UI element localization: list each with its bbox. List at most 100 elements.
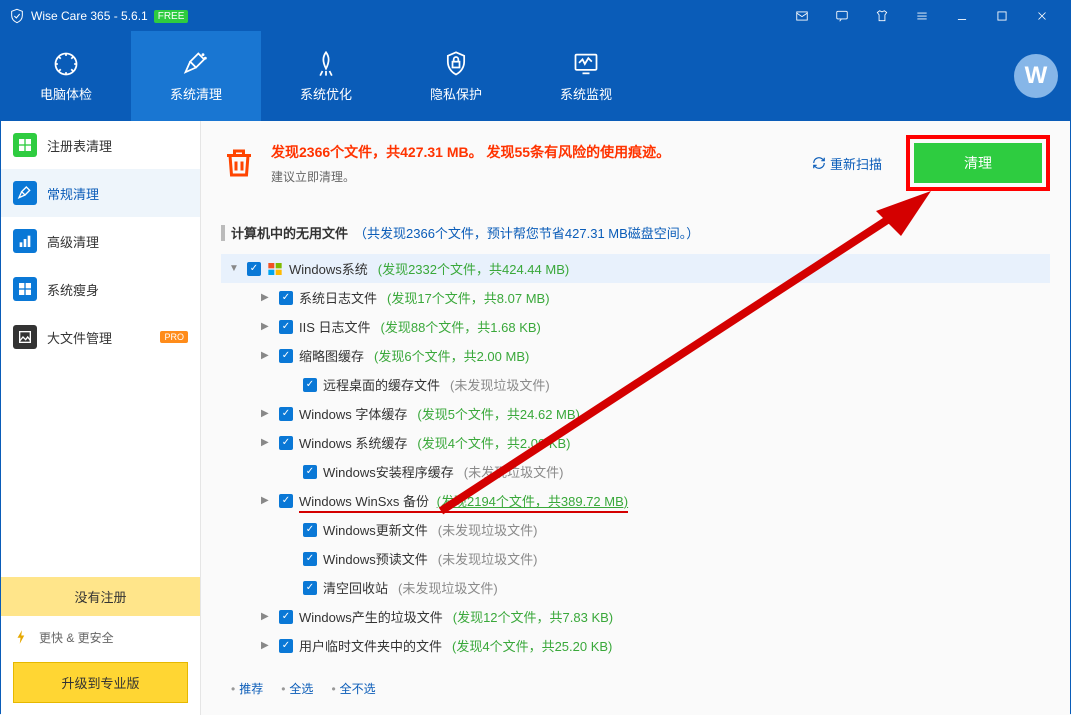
menu-icon[interactable] [902,1,942,31]
tab-system-clean[interactable]: 系统清理 [131,31,261,121]
sidebar-icon [13,229,37,253]
tree-row[interactable]: ▶ ✓ IIS 日志文件 (发现88个文件，共1.68 KB) [221,312,1050,341]
faster-safer: 更快 & 更安全 [1,616,200,658]
tab-pc-check[interactable]: 电脑体检 [1,31,131,121]
rescan-link[interactable]: 重新扫描 [812,154,882,173]
tree-row[interactable]: ✓远程桌面的缓存文件 (未发现垃圾文件) [221,370,1050,399]
row-label: 清空回收站 [323,578,388,597]
tree-row[interactable]: ▶✓Windows 字体缓存 (发现5个文件，共24.62 MB) [221,399,1050,428]
sidebar-item-3[interactable]: 系统瘦身 [1,265,200,313]
checkbox[interactable]: ✓ [279,436,293,450]
upgrade-button[interactable]: 升级到专业版 [13,662,188,703]
tab-privacy[interactable]: 隐私保护 [391,31,521,121]
mail-icon[interactable] [782,1,822,31]
checkbox[interactable]: ✓ [303,552,317,566]
checkbox[interactable]: ✓ [303,581,317,595]
sidebar-item-label: 高级清理 [47,232,99,251]
sidebar-item-2[interactable]: 高级清理 [1,217,200,265]
row-label: Windows更新文件 [323,520,428,539]
main-toolbar: 电脑体检 系统清理 系统优化 隐私保护 系统监视 W [1,31,1070,121]
sidebar-item-4[interactable]: 大文件管理PRO [1,313,200,361]
checkbox[interactable]: ✓ [279,349,293,363]
sidebar-icon [13,325,37,349]
row-label: 用户临时文件夹中的文件 [299,636,442,655]
row-stat: (发现12个文件，共7.83 KB) [453,607,613,626]
sidebar-item-label: 注册表清理 [47,136,112,155]
checkbox[interactable]: ✓ [279,639,293,653]
sidebar-item-0[interactable]: 注册表清理 [1,121,200,169]
sidebar-item-label: 常规清理 [47,184,99,203]
expander-icon[interactable]: ▶ [261,495,273,506]
row-label: Windows系统 [289,259,368,278]
clean-highlight-box: 清理 [906,135,1050,191]
expander-icon[interactable]: ▶ [261,408,273,419]
row-stat: (发现88个文件，共1.68 KB) [381,317,541,336]
file-tree: ▼ ✓ Windows系统 (发现2332个文件，共424.44 MB) ▶✓系… [221,254,1050,672]
expander-icon[interactable]: ▶ [261,292,273,303]
register-banner[interactable]: 没有注册 [1,577,200,616]
windows-icon [267,261,283,277]
checkbox[interactable]: ✓ [247,262,261,276]
sidebar-icon [13,133,37,157]
row-stat: (未发现垃圾文件) [438,520,538,539]
tree-row[interactable]: ▶✓系统日志文件 (发现17个文件，共8.07 MB) [221,283,1050,312]
tab-system-optimize[interactable]: 系统优化 [261,31,391,121]
trash-icon [221,145,257,181]
tab-label: 系统清理 [170,84,222,103]
row-label: IIS 日志文件 [299,317,371,336]
section-title-text: 计算机中的无用文件 [231,223,348,242]
checkbox[interactable]: ✓ [279,291,293,305]
row-label: 缩略图缓存 [299,346,364,365]
checkbox[interactable]: ✓ [303,465,317,479]
expander-icon[interactable]: ▶ [261,437,273,448]
clean-button[interactable]: 清理 [914,143,1042,183]
checkbox[interactable]: ✓ [279,494,293,508]
tab-system-monitor[interactable]: 系统监视 [521,31,651,121]
section-title: 计算机中的无用文件 （共发现2366个文件，预计帮您节省427.31 MB磁盘空… [221,223,1050,242]
tab-label: 电脑体检 [40,84,92,103]
summary-row: 发现2366个文件，共427.31 MB。 发现55条有风险的使用痕迹。 建议立… [221,135,1050,203]
row-label: Windows预读文件 [323,549,428,568]
sidebar-icon [13,181,37,205]
expander-icon[interactable]: ▶ [261,611,273,622]
expander-icon[interactable]: ▼ [229,263,241,274]
footer-recommend[interactable]: •推荐 [231,680,263,697]
tree-row[interactable]: ✓清空回收站 (未发现垃圾文件) [221,573,1050,602]
row-stat: (发现4个文件，共2.00 KB) [417,433,570,452]
shirt-icon[interactable] [862,1,902,31]
maximize-button[interactable] [982,1,1022,31]
tree-row[interactable]: ✓Windows安装程序缓存 (未发现垃圾文件) [221,457,1050,486]
expander-icon[interactable]: ▶ [261,350,273,361]
tree-row[interactable]: ▶✓Windows WinSxs 备份 (发现2194个文件，共389.72 M… [221,486,1050,515]
tree-row[interactable]: ▶ ✓ 缩略图缓存 (发现6个文件，共2.00 MB) [221,341,1050,370]
row-stat: (未发现垃圾文件) [450,375,550,394]
footer-select-all[interactable]: •全选 [281,680,313,697]
row-stat: (发现6个文件，共2.00 MB) [374,346,529,365]
tree-row[interactable]: ▶ ✓ Windows产生的垃圾文件 (发现12个文件，共7.83 KB) [221,602,1050,631]
checkbox[interactable]: ✓ [303,523,317,537]
row-stat: (未发现垃圾文件) [464,462,564,481]
expander-icon[interactable]: ▶ [261,640,273,651]
row-label: Windows产生的垃圾文件 [299,607,443,626]
rescan-label: 重新扫描 [830,154,882,173]
close-button[interactable] [1022,1,1062,31]
feedback-icon[interactable] [822,1,862,31]
tree-row[interactable]: ▶✓Windows 系统缓存 (发现4个文件，共2.00 KB) [221,428,1050,457]
tree-row[interactable]: ✓Windows预读文件 (未发现垃圾文件) [221,544,1050,573]
avatar[interactable]: W [1014,54,1058,98]
expander-icon[interactable]: ▶ [261,321,273,332]
checkbox[interactable]: ✓ [303,378,317,392]
sidebar-item-1[interactable]: 常规清理 [1,169,200,217]
tree-row[interactable]: ▶✓用户临时文件夹中的文件 (发现4个文件，共25.20 KB) [221,631,1050,660]
tree-row[interactable]: ✓ Windows更新文件 (未发现垃圾文件) [221,515,1050,544]
minimize-button[interactable] [942,1,982,31]
row-stat: (发现2194个文件，共389.72 MB) [437,494,628,509]
tree-group[interactable]: ▼ ✓ Windows系统 (发现2332个文件，共424.44 MB) [221,254,1050,283]
sidebar-item-label: 大文件管理 [47,328,112,347]
footer-select-none[interactable]: •全不选 [331,680,375,697]
checkbox[interactable]: ✓ [279,610,293,624]
checkbox[interactable]: ✓ [279,320,293,334]
app-shield-icon [9,8,25,24]
row-stat: (发现17个文件，共8.07 MB) [387,288,550,307]
checkbox[interactable]: ✓ [279,407,293,421]
